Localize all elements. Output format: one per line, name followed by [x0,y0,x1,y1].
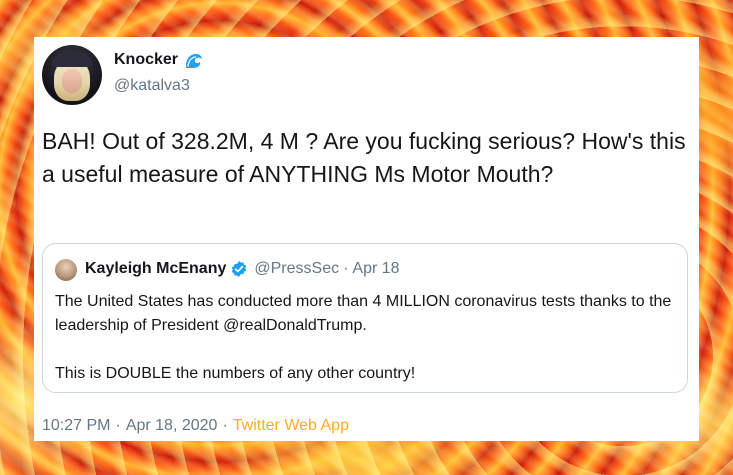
quoted-tweet[interactable]: Kayleigh McEnany @PressSec · Apr 18 The … [42,243,688,393]
tweet-time[interactable]: 10:27 PM [42,417,110,435]
quoted-author-avatar[interactable] [55,259,77,281]
author-handle[interactable]: @katalva3 [114,77,190,95]
author-display-name[interactable]: Knocker [114,51,178,69]
footer-separator: · [115,417,121,434]
quoted-author-name[interactable]: Kayleigh McEnany [85,260,226,278]
quoted-paragraph: This is DOUBLE the numbers of any other … [55,365,416,382]
quoted-tweet-body: The United States has conducted more tha… [55,290,675,386]
quoted-author-handle[interactable]: @PressSec [254,260,339,278]
verified-badge-icon [230,260,248,278]
tweet-footer: 10:27 PM · Apr 18, 2020 · Twitter Web Ap… [42,417,349,435]
tweet-card: Knocker @katalva3 BAH! Out of 328.2M, 4 … [34,37,699,441]
quoted-tweet-header: Kayleigh McEnany @PressSec · Apr 18 [85,260,400,278]
author-avatar[interactable] [42,45,102,105]
tweet-date[interactable]: Apr 18, 2020 [126,417,218,435]
quoted-tweet-date[interactable]: Apr 18 [352,260,399,278]
author-name-row: Knocker [114,51,204,69]
wave-icon [184,51,204,69]
tweet-source-link[interactable]: Twitter Web App [233,417,349,435]
tweet-text: BAH! Out of 328.2M, 4 M ? Are you fuckin… [42,128,692,187]
quoted-separator: · [343,260,349,277]
quoted-paragraph: The United States has conducted more tha… [55,293,672,334]
footer-separator: · [222,417,228,434]
